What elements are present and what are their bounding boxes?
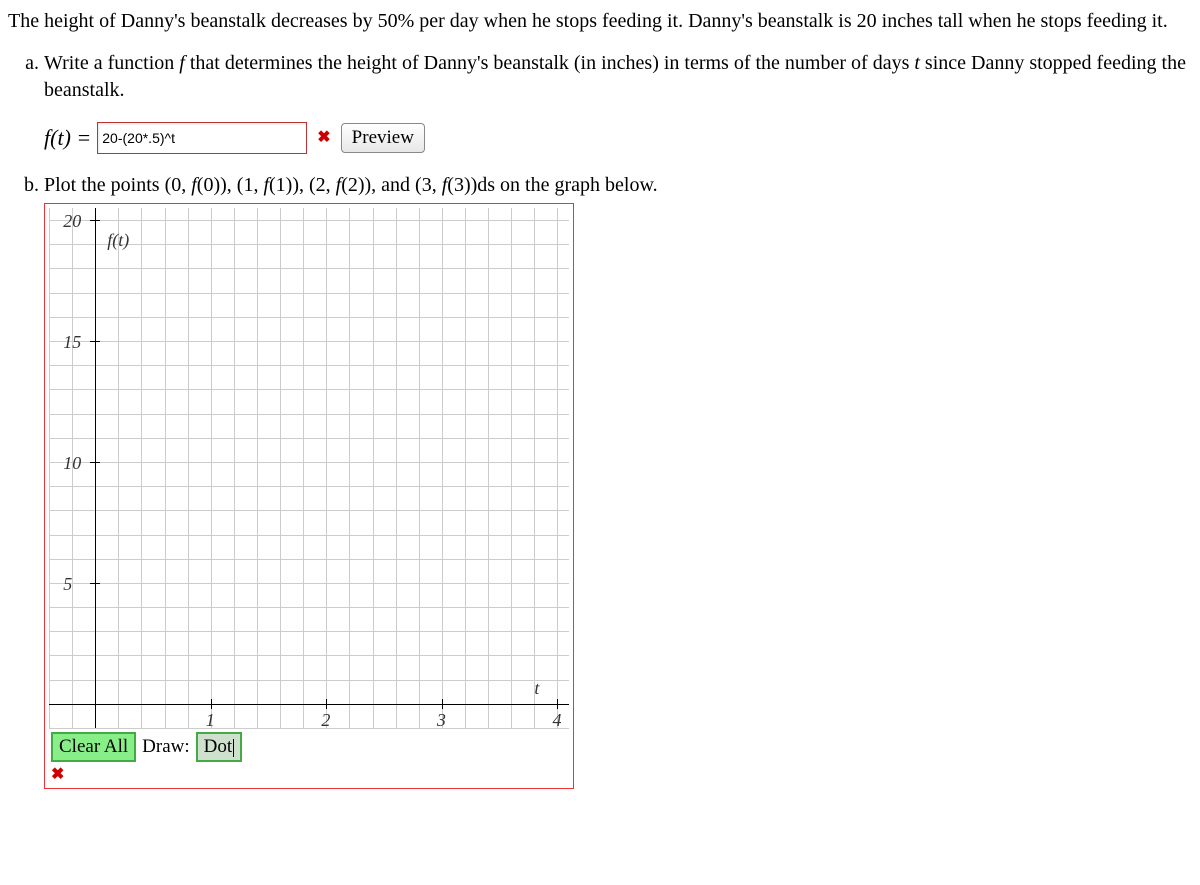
answer-input[interactable]: [97, 122, 307, 154]
part-b: Plot the points (0, f(0)), (1, f(1)), (2…: [44, 172, 1192, 789]
preview-button[interactable]: Preview: [341, 123, 425, 153]
graph-wrong-icon: ✖: [49, 764, 569, 788]
y-tick-label: 20: [63, 209, 81, 233]
draw-label: Draw:: [142, 734, 189, 760]
x-tick-label: 4: [552, 708, 561, 732]
clear-all-button[interactable]: Clear All: [51, 732, 136, 762]
equals: =: [71, 125, 91, 150]
x-tick-label: 3: [437, 708, 446, 732]
y-tick-label: 10: [63, 451, 81, 475]
problem-intro: The height of Danny's beanstalk decrease…: [8, 8, 1192, 34]
graph-toolbar: Clear All Draw: Dot: [49, 728, 569, 764]
answer-row: f(t) = ✖ Preview: [44, 122, 1192, 154]
graph-canvas[interactable]: 12345101520f(t)t: [49, 208, 569, 728]
graph-area: 1 2 3 4 5 10 15 20 f(t) t Clear All Draw: Dot ✖: [44, 203, 574, 789]
x-axis-label: t: [534, 676, 539, 700]
x-tick-label: 2: [321, 708, 330, 732]
part-a-prompt: Write a function f that determines the h…: [44, 52, 1186, 101]
wrong-icon: ✖: [317, 127, 330, 149]
x-tick-label: 1: [206, 708, 215, 732]
cursor-icon: [233, 739, 234, 757]
y-axis-label: f(t): [107, 228, 129, 252]
function-label: f(t) =: [44, 123, 91, 153]
draw-dot-button[interactable]: Dot: [196, 732, 243, 762]
part-b-prompt: Plot the points (0, f(0)), (1, f(1)), (2…: [44, 174, 658, 196]
part-a-mid: that determines the height of Danny's be…: [185, 52, 915, 74]
y-tick-label: 15: [63, 330, 81, 354]
part-a: Write a function f that determines the h…: [44, 50, 1192, 154]
part-a-pre: Write a function: [44, 52, 179, 74]
draw-dot-label: Dot: [204, 736, 233, 757]
y-tick-label: 5: [63, 572, 72, 596]
